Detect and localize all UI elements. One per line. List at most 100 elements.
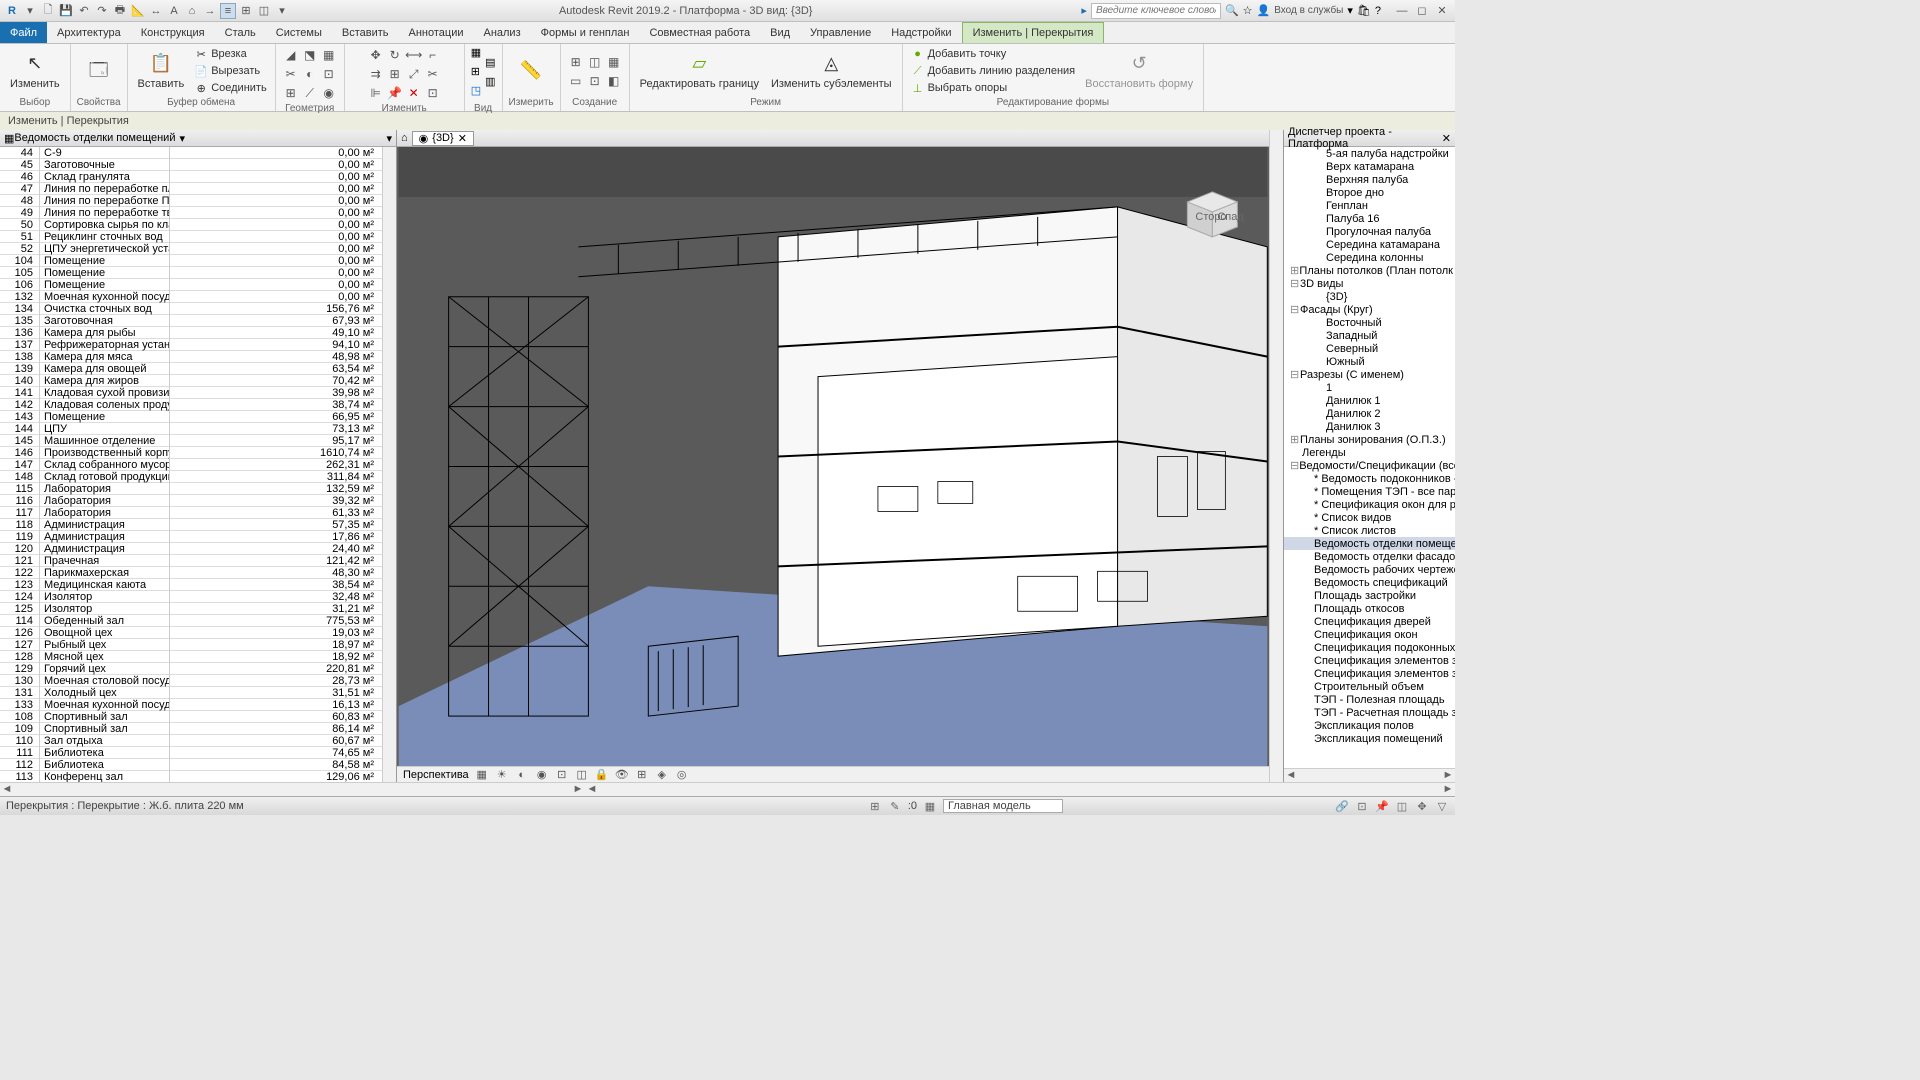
table-row[interactable]: 134Очистка сточных вод156,76 м² — [0, 303, 382, 315]
table-row[interactable]: 135Заготовочная67,93 м² — [0, 315, 382, 327]
table-row[interactable]: 50Сортировка сырья по классам0,00 м² — [0, 219, 382, 231]
table-row[interactable]: 114Обеденный зал775,53 м² — [0, 615, 382, 627]
tree-item[interactable]: Строительный объем — [1284, 680, 1455, 693]
search-icon[interactable]: 🔍 — [1225, 4, 1239, 17]
rotate-icon[interactable]: ↻ — [386, 46, 404, 64]
view-tab-3d[interactable]: ◉ {3D} ✕ — [412, 131, 474, 146]
geom-icon[interactable]: ✂ — [282, 65, 300, 83]
shadows-icon[interactable]: ◐ — [515, 768, 529, 782]
view-mode-label[interactable]: Перспектива — [403, 769, 469, 781]
select-underlay-icon[interactable]: ⊡ — [1355, 799, 1369, 813]
tree-item[interactable]: Спецификация дверей — [1284, 615, 1455, 628]
user-icon[interactable]: 👤 — [1257, 4, 1271, 17]
tree-item[interactable]: Генплан — [1284, 199, 1455, 212]
tree-item[interactable]: Данилюк 1 — [1284, 394, 1455, 407]
tree-item[interactable]: Данилюк 2 — [1284, 407, 1455, 420]
editable-icon[interactable]: ✎ — [888, 799, 902, 813]
tree-item[interactable]: {3D} — [1284, 290, 1455, 303]
view-canvas[interactable]: Сторо Спад — [397, 147, 1269, 766]
properties-button[interactable]: 🗔 — [83, 57, 115, 85]
tree-item[interactable]: Середина колонны — [1284, 251, 1455, 264]
tree-item[interactable]: Площадь откосов — [1284, 602, 1455, 615]
tree-item[interactable]: Спецификация элементов запол — [1284, 654, 1455, 667]
table-row[interactable]: 110Зал отдыха60,67 м² — [0, 735, 382, 747]
help-icon[interactable]: ? — [1375, 5, 1381, 17]
table-row[interactable]: 148Склад готовой продукции311,84 м² — [0, 471, 382, 483]
table-row[interactable]: 44С-90,00 м² — [0, 147, 382, 159]
scale-icon[interactable]: ⤢ — [405, 65, 423, 83]
table-row[interactable]: 118Администрация57,35 м² — [0, 519, 382, 531]
reset-shape-button[interactable]: ↺Восстановить форму — [1081, 50, 1197, 92]
tree-item[interactable]: ⊟Разрезы (С именем) — [1284, 368, 1455, 381]
model-select[interactable]: Главная модель — [943, 799, 1063, 813]
table-row[interactable]: 136Камера для рыбы49,10 м² — [0, 327, 382, 339]
table-row[interactable]: 130Моечная столовой посуды28,73 м² — [0, 675, 382, 687]
tree-item[interactable]: Ведомость спецификаций — [1284, 576, 1455, 589]
create-icon[interactable]: ⊡ — [586, 72, 604, 90]
modify-button[interactable]: ↖Изменить — [6, 50, 64, 92]
split-icon[interactable]: ✂ — [424, 65, 442, 83]
offset-icon[interactable]: ⇉ — [367, 65, 385, 83]
workspace-hscroll[interactable]: ◄► ◄► — [0, 782, 1455, 796]
tree-item[interactable]: Ведомость отделки фасадов — [1284, 550, 1455, 563]
create-icon[interactable]: ◫ — [586, 53, 604, 71]
table-row[interactable]: 144ЦПУ73,13 м² — [0, 423, 382, 435]
menu-tab[interactable]: Управление — [800, 22, 881, 43]
modify-sub-button[interactable]: ◬Изменить субэлементы — [767, 50, 896, 92]
menu-tab[interactable]: Аннотации — [399, 22, 474, 43]
copy-button[interactable]: 📄Вырезать — [192, 63, 269, 79]
table-row[interactable]: 131Холодный цех31,51 м² — [0, 687, 382, 699]
tree-item[interactable]: Данилюк 3 — [1284, 420, 1455, 433]
crop-visible-icon[interactable]: ◫ — [575, 768, 589, 782]
menu-tab[interactable]: Совместная работа — [639, 22, 760, 43]
lock-icon[interactable]: 🔒 — [595, 768, 609, 782]
table-row[interactable]: 52ЦПУ энергетической установкой0,00 м² — [0, 243, 382, 255]
select-face-icon[interactable]: ◫ — [1395, 799, 1409, 813]
tree-item[interactable]: * Помещения ТЭП - все парамет — [1284, 485, 1455, 498]
scroll-right-icon[interactable]: ► — [1441, 769, 1455, 782]
close-icon[interactable]: ▾ — [386, 132, 392, 145]
menu-tab[interactable]: Вставить — [332, 22, 399, 43]
table-row[interactable]: 51Рециклинг сточных вод0,00 м² — [0, 231, 382, 243]
delete-icon[interactable]: ✕ — [405, 84, 423, 102]
menu-tab[interactable]: Сталь — [215, 22, 266, 43]
move-icon[interactable]: ✥ — [367, 46, 385, 64]
geom-icon[interactable]: ⊡ — [320, 65, 338, 83]
geom-icon[interactable]: ◐ — [301, 65, 319, 83]
tree-item[interactable]: 1 — [1284, 381, 1455, 394]
worksets-icon[interactable]: ⊞ — [868, 799, 882, 813]
view-icon[interactable]: ▥ — [485, 75, 495, 93]
tree-item[interactable]: ⊞Планы потолков (План потолк — [1284, 264, 1455, 277]
scrollbar-vertical[interactable] — [382, 147, 396, 782]
nav-icon[interactable]: → — [202, 3, 218, 19]
close-icon[interactable]: ✕ — [1442, 132, 1451, 145]
geom-icon[interactable]: ◢ — [282, 46, 300, 64]
dim-icon[interactable]: ↔ — [148, 3, 164, 19]
table-row[interactable]: 147Склад собранного мусора262,31 м² — [0, 459, 382, 471]
reveal-icon[interactable]: ⊞ — [635, 768, 649, 782]
3d-viewport[interactable]: Сторо Спад — [397, 147, 1269, 766]
select-pinned-icon[interactable]: 📌 — [1375, 799, 1389, 813]
close-icon[interactable]: ✕ — [458, 132, 467, 145]
tree-item[interactable]: Спецификация подоконных дос — [1284, 641, 1455, 654]
tree-item[interactable]: * Список листов — [1284, 524, 1455, 537]
view-icon[interactable]: ▤ — [485, 56, 495, 74]
measure-button[interactable]: 📏 — [515, 57, 547, 85]
table-row[interactable]: 123Медицинская каюта38,54 м² — [0, 579, 382, 591]
home-icon[interactable]: ⌂ — [184, 3, 200, 19]
home-icon[interactable]: ⌂ — [401, 132, 408, 144]
table-row[interactable]: 126Овощной цех19,03 м² — [0, 627, 382, 639]
tree-item[interactable]: ⊟Фасады (Круг) — [1284, 303, 1455, 316]
tree-item[interactable]: Экспликация помещений — [1284, 732, 1455, 745]
table-row[interactable]: 111Библиотека74,65 м² — [0, 747, 382, 759]
create-icon[interactable]: ▭ — [567, 72, 585, 90]
table-row[interactable]: 133Моечная кухонной посуды16,13 м² — [0, 699, 382, 711]
redo-icon[interactable]: ↷ — [94, 3, 110, 19]
array-icon[interactable]: ⊞ — [386, 65, 404, 83]
dropdown-icon[interactable]: ▾ — [179, 132, 185, 145]
menu-tab[interactable]: Конструкция — [131, 22, 215, 43]
tree-item[interactable]: Спецификация элементов запол — [1284, 667, 1455, 680]
save-icon[interactable]: 💾 — [58, 3, 74, 19]
search-input[interactable] — [1091, 3, 1221, 19]
print-icon[interactable]: 🖶 — [112, 3, 128, 19]
